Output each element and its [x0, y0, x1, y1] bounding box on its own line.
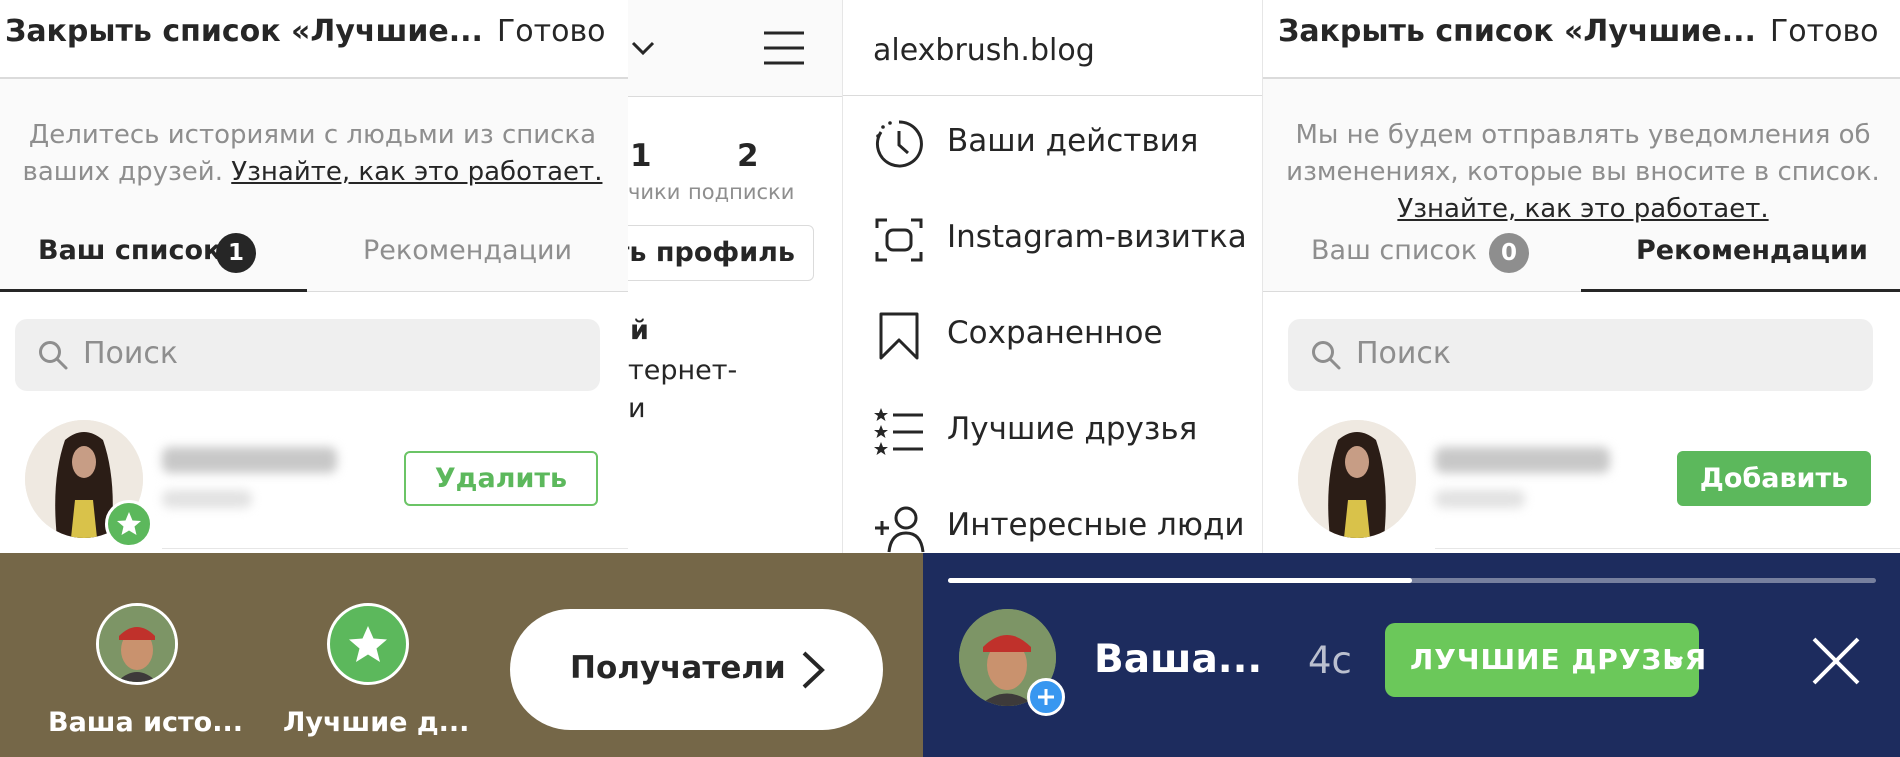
star-icon	[349, 626, 387, 662]
stat-following-label: подписки	[688, 180, 795, 204]
bookmark-icon	[879, 312, 919, 360]
menu-item-nametag[interactable]: Instagram-визитка	[843, 209, 1263, 269]
tab-your-list[interactable]: Ваш список	[1311, 235, 1477, 266]
close-friends-audience-button[interactable]: ЛУЧШИЕ ДРУЗЬЯ	[1385, 623, 1706, 697]
stat-following-value: 2	[737, 138, 759, 174]
done-button[interactable]: Готово	[497, 14, 606, 49]
edit-profile-button[interactable]: ть профиль	[628, 225, 814, 281]
page-title: Закрыть список «Лучшие...	[5, 14, 483, 49]
avatar[interactable]	[1298, 420, 1416, 538]
story-progress-fill	[948, 578, 1412, 583]
search-icon	[39, 341, 68, 370]
active-tab-indicator	[0, 289, 307, 292]
tab-your-list[interactable]: Ваш список	[38, 235, 221, 266]
tab-recommendations[interactable]: Рекомендации	[1636, 235, 1868, 266]
menu-item-discover-people[interactable]: Интересные люди	[843, 497, 1263, 553]
row-divider	[162, 548, 628, 549]
chevron-right-icon	[802, 651, 825, 689]
fullname-blurred	[162, 490, 252, 508]
chevron-down-icon[interactable]	[630, 38, 656, 58]
bio-line-2: тернет-	[628, 355, 738, 386]
info-description: Мы не будем отправлять уведомления об из…	[1286, 120, 1880, 224]
menu-item-your-activity[interactable]: Ваши действия	[843, 113, 1263, 173]
tab-divider	[307, 291, 628, 292]
chevron-down-icon	[1666, 655, 1684, 667]
close-icon[interactable]	[1810, 635, 1862, 687]
stat-followers-value: 1	[630, 138, 652, 174]
learn-more-link[interactable]: Узнайте, как это работает.	[1397, 194, 1768, 224]
active-tab-indicator	[1581, 289, 1900, 292]
menu-hamburger-icon[interactable]	[762, 30, 806, 66]
username-blurred	[162, 447, 337, 473]
learn-more-link[interactable]: Узнайте, как это работает.	[231, 157, 602, 187]
profile-panel-fragment: 1 чики 2 подписки ть профиль й тернет- и	[628, 0, 842, 553]
share-option-label: Лучшие д...	[283, 707, 470, 738]
remove-button[interactable]: Удалить	[404, 451, 598, 506]
story-timestamp: 4с	[1308, 639, 1352, 682]
nametag-icon	[875, 218, 923, 262]
avatar	[96, 603, 178, 685]
activity-clock-icon	[875, 120, 923, 168]
fullname-blurred	[1435, 490, 1525, 508]
menu-divider	[843, 95, 1263, 96]
search-icon	[1312, 341, 1341, 370]
avatar-photo	[99, 606, 175, 682]
close-friends-panel-your-list: Закрыть список «Лучшие... Готово Делитес…	[0, 0, 628, 553]
side-menu-panel: alexbrush.blog Ваши действия Instagram-в…	[842, 0, 1263, 553]
share-close-friends-option[interactable]: Лучшие д...	[276, 603, 476, 743]
tab-recommendations[interactable]: Рекомендации	[363, 235, 572, 266]
close-friends-badge	[327, 603, 409, 685]
search-placeholder: Поиск	[1356, 336, 1452, 371]
search-input[interactable]: Поиск	[15, 319, 600, 391]
avatar-photo	[1298, 420, 1416, 538]
menu-item-close-friends[interactable]: Лучшие друзья	[843, 401, 1263, 461]
done-button[interactable]: Готово	[1770, 14, 1879, 49]
username-blurred	[1435, 447, 1610, 473]
story-viewer-header: Ваша... 4с ЛУЧШИЕ ДРУЗЬЯ	[923, 553, 1900, 757]
menu-item-saved[interactable]: Сохраненное	[843, 305, 1263, 365]
info-description: Делитесь историями с людьми из списка ва…	[22, 120, 603, 187]
menu-username: alexbrush.blog	[873, 33, 1095, 68]
add-button[interactable]: Добавить	[1677, 451, 1871, 506]
close-friend-star-badge	[105, 500, 153, 548]
row-divider	[1435, 548, 1900, 549]
bio-line-3: и	[628, 393, 646, 424]
your-list-count-badge: 1	[216, 233, 256, 273]
share-destinations-bar: Ваша исто... Лучшие д... Получатели	[0, 553, 923, 757]
story-progress-track	[948, 578, 1876, 583]
bio-line-1: й	[630, 315, 649, 346]
star-icon	[117, 512, 141, 535]
add-person-icon	[875, 506, 925, 553]
close-friends-list-icon	[874, 408, 923, 455]
story-title: Ваша...	[1094, 637, 1263, 682]
tab-divider	[1263, 291, 1581, 292]
close-friends-panel-recommendations: Закрыть список «Лучшие... Готово Мы не б…	[1262, 0, 1900, 553]
share-option-label: Ваша исто...	[48, 707, 243, 738]
plus-icon	[1038, 689, 1054, 705]
page-title: Закрыть список «Лучшие...	[1278, 14, 1756, 49]
add-story-plus-badge[interactable]	[1027, 678, 1065, 716]
search-placeholder: Поиск	[83, 336, 179, 371]
profile-header-bar	[628, 0, 842, 97]
recipients-button[interactable]: Получатели	[510, 609, 883, 730]
share-your-story-option[interactable]: Ваша исто...	[36, 603, 243, 743]
your-list-count-badge: 0	[1489, 233, 1529, 273]
stat-followers-label: чики	[628, 180, 681, 204]
search-input[interactable]: Поиск	[1288, 319, 1873, 391]
